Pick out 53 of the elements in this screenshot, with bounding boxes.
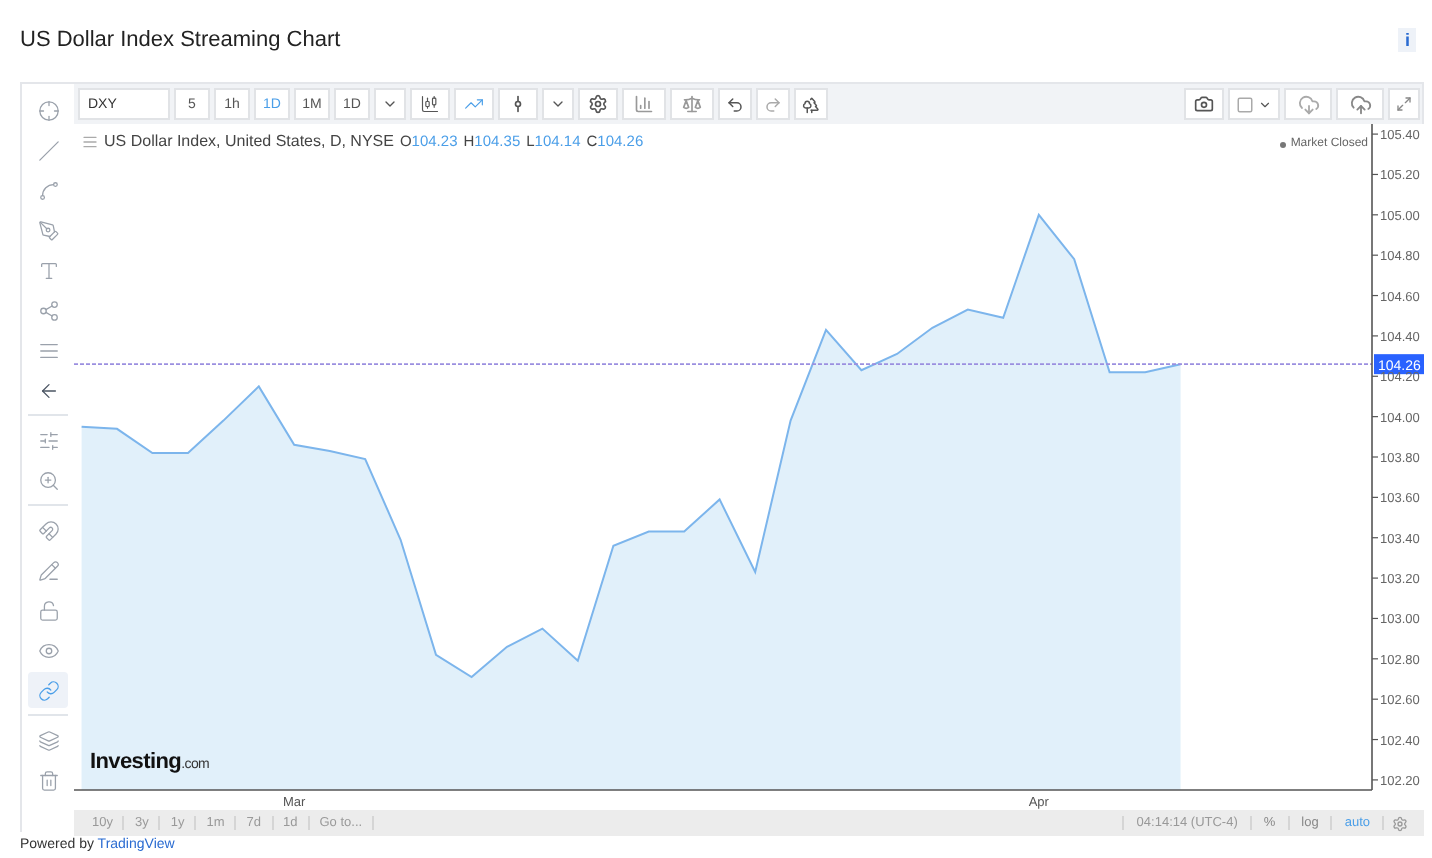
info-icon[interactable]: i [1398, 27, 1416, 51]
dropdown-button[interactable] [542, 88, 574, 120]
candlestick-icon [420, 94, 440, 114]
fullscreen-button[interactable] [1388, 88, 1420, 120]
trees-icon [802, 95, 820, 113]
legend-title: US Dollar Index, United States, D, NYSE [104, 132, 394, 150]
menu-icon[interactable] [82, 133, 98, 149]
curve-icon [37, 179, 59, 201]
chart-type-button[interactable] [410, 88, 450, 120]
snapshot-button[interactable] [1184, 88, 1224, 120]
sliders-icon [37, 429, 59, 451]
pencil-icon [37, 559, 59, 581]
color-button[interactable] [1228, 88, 1280, 120]
undo-icon [726, 95, 744, 113]
square-icon [1236, 95, 1254, 113]
settings-icon [588, 94, 608, 114]
compare-button[interactable] [498, 88, 538, 120]
zoom-in-icon [37, 469, 59, 491]
status-dot [1280, 141, 1287, 147]
trash-icon [37, 769, 59, 791]
link-icon [37, 679, 59, 701]
list-icon [37, 339, 59, 361]
caret-icon [1258, 97, 1272, 111]
caret-icon [550, 96, 566, 112]
dropdown-button[interactable] [374, 88, 406, 120]
cloud-upload-icon [1349, 93, 1371, 115]
crosshair-icon [37, 99, 59, 121]
page-title: US Dollar Index Streaming Chart [20, 27, 341, 51]
camera-icon [1194, 94, 1214, 114]
settings-button[interactable] [578, 88, 618, 120]
fullscreen-icon [1396, 96, 1412, 112]
scale-icon [682, 94, 702, 114]
bar-chart-icon [634, 94, 654, 114]
load-button[interactable] [1284, 88, 1332, 120]
drawing-tool-button[interactable] [28, 672, 68, 708]
cloud-download-icon [1297, 93, 1319, 115]
magnet-icon [37, 519, 59, 541]
pen-icon [37, 219, 59, 241]
line-icon [37, 139, 59, 161]
layers-icon [37, 729, 59, 751]
scale-button[interactable] [670, 88, 714, 120]
eye-icon [37, 639, 59, 661]
trees-button[interactable] [794, 88, 828, 120]
save-button[interactable] [1336, 88, 1384, 120]
nodes-icon [37, 299, 59, 321]
settings-icon[interactable] [1392, 815, 1408, 831]
redo-icon [764, 95, 782, 113]
caret-icon [382, 96, 398, 112]
text-icon [37, 259, 59, 281]
arrow-left-icon [37, 379, 59, 401]
undo-button[interactable] [718, 88, 752, 120]
area-chart-icon [464, 94, 484, 114]
unlock-icon [37, 599, 59, 621]
